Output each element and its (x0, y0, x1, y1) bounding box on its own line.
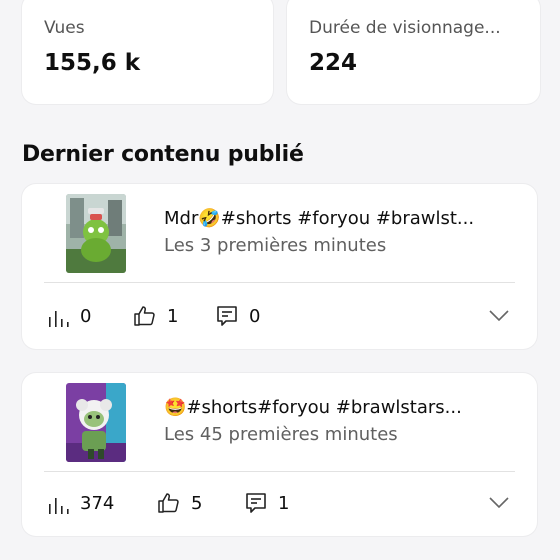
section-title: Dernier contenu publié (22, 142, 304, 167)
watch-time-stat-card[interactable]: Durée de visionnage... 224 (287, 0, 540, 104)
thumbs-up-icon (158, 493, 179, 513)
video-title[interactable]: Mdr🤣#shorts #foryou #brawlst... (164, 208, 519, 229)
likes-metric: 1 (133, 304, 178, 328)
video-subtitle: Les 3 premières minutes (164, 235, 387, 256)
thumbnail-image (66, 383, 126, 462)
bar-chart-icon (49, 310, 69, 327)
watch-time-stat-value: 224 (309, 50, 358, 76)
watch-time-stat-label: Durée de visionnage... (309, 18, 501, 38)
views-stat-label: Vues (44, 18, 85, 38)
thumbs-up-icon (134, 306, 155, 326)
comments-metric: 1 (244, 491, 289, 515)
chevron-down-icon[interactable] (489, 310, 509, 322)
chevron-down-icon[interactable] (489, 497, 509, 509)
divider (44, 282, 515, 283)
thumbnail-image (66, 194, 126, 273)
views-metric: 0 (48, 306, 91, 327)
video-card[interactable]: 🤩#shorts#foryou #brawlstars... Les 45 pr… (22, 373, 537, 536)
video-subtitle: Les 45 premières minutes (164, 424, 398, 445)
bar-chart-icon (49, 497, 69, 514)
video-card[interactable]: Mdr🤣#shorts #foryou #brawlst... Les 3 pr… (22, 184, 537, 349)
likes-count: 5 (191, 492, 203, 514)
views-stat-card[interactable]: Vues 155,6 k (22, 0, 273, 104)
video-thumbnail[interactable] (66, 194, 126, 273)
likes-metric: 5 (157, 491, 202, 515)
video-thumbnail[interactable] (66, 383, 126, 462)
divider (44, 471, 515, 472)
comment-icon (217, 306, 237, 326)
video-title[interactable]: 🤩#shorts#foryou #brawlstars... (164, 397, 519, 418)
comments-count: 1 (278, 492, 290, 514)
comments-metric: 0 (215, 304, 260, 328)
likes-count: 1 (167, 305, 179, 327)
views-metric: 374 (48, 493, 114, 514)
comments-count: 0 (249, 305, 261, 327)
views-count: 0 (80, 306, 92, 327)
analytics-page: Vues 155,6 k Durée de visionnage... 224 … (0, 0, 560, 560)
views-count: 374 (80, 493, 115, 514)
views-stat-value: 155,6 k (44, 50, 141, 76)
comment-icon (246, 493, 266, 513)
